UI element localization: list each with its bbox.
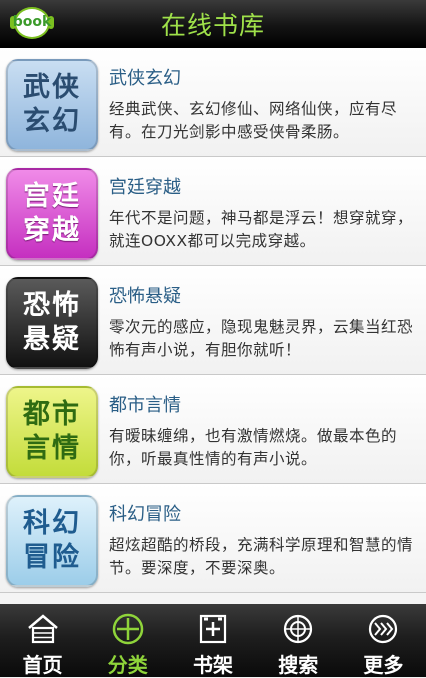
thumb-line-2: 玄幻 bbox=[23, 106, 81, 137]
tab-label: 更多 bbox=[363, 653, 404, 677]
tab-label: 搜索 bbox=[278, 653, 319, 677]
category-thumbnail: 都市 言情 bbox=[6, 386, 98, 478]
thumb-line-1: 武侠 bbox=[23, 72, 81, 103]
more-icon bbox=[369, 614, 398, 644]
tab-more[interactable]: 更多 bbox=[341, 604, 426, 677]
category-item-kongbu[interactable]: 恐怖 悬疑 恐怖悬疑 零次元的感应，隐现鬼魅灵界，云集当红恐怖有声小说，有胆你就听… bbox=[0, 266, 426, 375]
tab-search[interactable]: 搜索 bbox=[256, 604, 341, 677]
category-title: 科幻冒险 bbox=[109, 504, 181, 525]
top-bar: book 在线书库 bbox=[0, 0, 426, 48]
thumb-line-2: 悬疑 bbox=[23, 324, 81, 355]
search-icon bbox=[284, 614, 313, 644]
tab-label: 分类 bbox=[107, 653, 148, 677]
home-icon bbox=[27, 614, 58, 644]
thumb-line-2: 言情 bbox=[23, 433, 81, 464]
bottom-tab-bar: 首页 分类 书架 搜索 更多 bbox=[0, 604, 426, 677]
thumb-line-2: 冒险 bbox=[23, 542, 81, 573]
category-title: 武侠玄幻 bbox=[109, 68, 181, 89]
tab-bookshelf[interactable]: 书架 bbox=[170, 604, 255, 677]
category-thumbnail: 恐怖 悬疑 bbox=[6, 277, 98, 369]
category-item-gongting[interactable]: 宫廷 穿越 宫廷穿越 年代不是问题，神马都是浮云！想穿就穿，就连OOXX都可以完成… bbox=[0, 157, 426, 266]
category-item-kehuan[interactable]: 科幻 冒险 科幻冒险 超炫超酷的桥段，充满科学原理和智慧的情节。要深度，不要深奥。 bbox=[0, 484, 426, 593]
tab-category[interactable]: 分类 bbox=[85, 604, 170, 677]
tab-label: 书架 bbox=[193, 653, 233, 677]
category-thumbnail: 武侠 玄幻 bbox=[6, 59, 98, 151]
category-description: 零次元的感应，隐现鬼魅灵界，云集当红恐怖有声小说，有胆你就听！ bbox=[109, 318, 414, 359]
thumb-line-1: 都市 bbox=[23, 399, 81, 430]
category-title: 恐怖悬疑 bbox=[109, 286, 181, 307]
thumb-line-1: 宫廷 bbox=[23, 181, 81, 212]
category-icon bbox=[112, 613, 144, 645]
tab-home[interactable]: 首页 bbox=[0, 604, 85, 677]
page-title: 在线书库 bbox=[160, 11, 265, 40]
category-list: 武侠 玄幻 武侠玄幻 经典武侠、玄幻修仙、网络仙侠，应有尽有。在刀光剑影中感受侠骨… bbox=[0, 48, 426, 604]
category-item-wuxia[interactable]: 武侠 玄幻 武侠玄幻 经典武侠、玄幻修仙、网络仙侠，应有尽有。在刀光剑影中感受侠骨… bbox=[0, 48, 426, 157]
tab-label: 首页 bbox=[22, 653, 63, 677]
category-thumbnail: 宫廷 穿越 bbox=[6, 168, 98, 260]
thumb-line-2: 穿越 bbox=[23, 215, 81, 246]
bookshelf-icon bbox=[199, 614, 227, 644]
category-title: 都市言情 bbox=[109, 395, 181, 416]
thumb-line-1: 恐怖 bbox=[23, 290, 81, 321]
category-description: 年代不是问题，神马都是浮云！想穿就穿，就连OOXX都可以完成穿越。 bbox=[109, 209, 414, 250]
category-description: 有暧昧缠绵，也有激情燃烧。做最本色的你，听最真性情的有声小说。 bbox=[109, 427, 398, 468]
thumb-line-1: 科幻 bbox=[23, 508, 81, 539]
category-title: 宫廷穿越 bbox=[109, 177, 181, 198]
category-thumbnail: 科幻 冒险 bbox=[6, 495, 98, 587]
category-description: 经典武侠、玄幻修仙、网络仙侠，应有尽有。在刀光剑影中感受侠骨柔肠。 bbox=[109, 100, 398, 141]
category-description: 超炫超酷的桥段，充满科学原理和智慧的情节。要深度，不要深奥。 bbox=[109, 536, 414, 577]
category-item-dushi[interactable]: 都市 言情 都市言情 有暧昧缠绵，也有激情燃烧。做最本色的你，听最真性情的有声小说… bbox=[0, 375, 426, 484]
